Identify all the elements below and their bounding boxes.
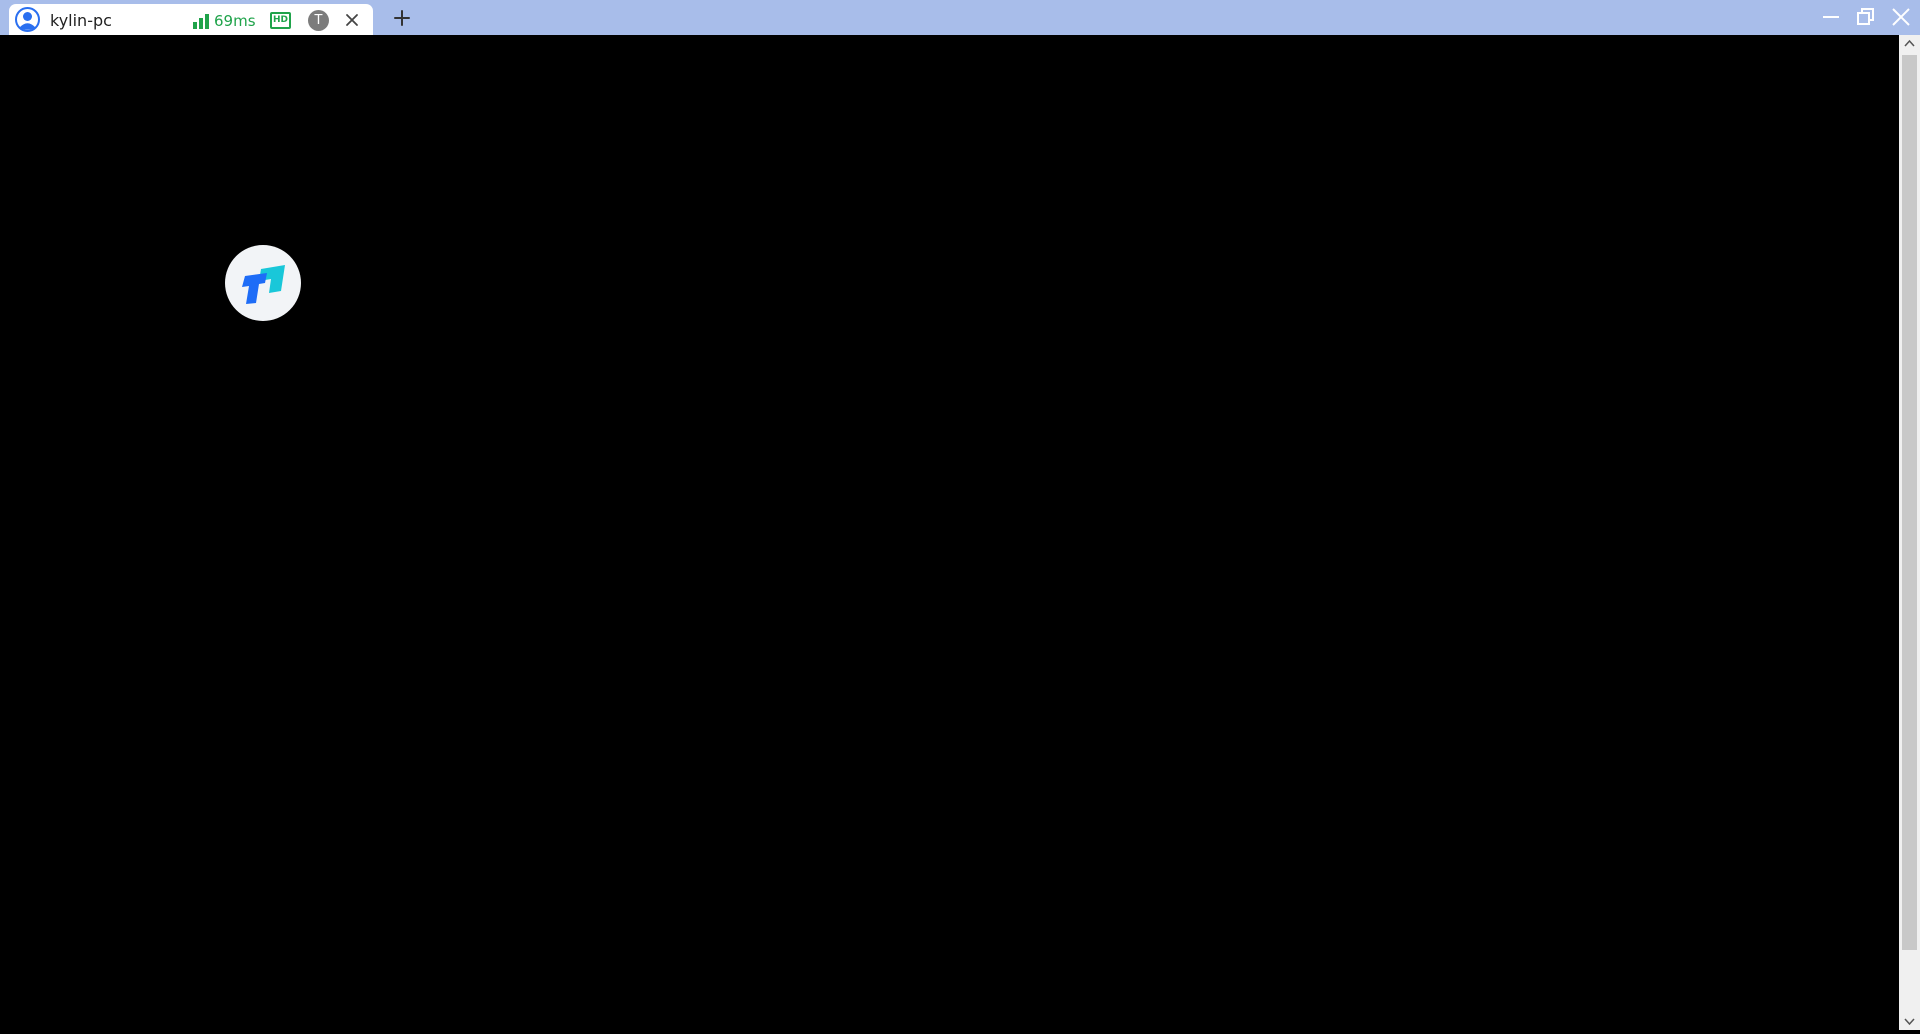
latency-readout: 69ms (214, 12, 256, 30)
connection-type-badge[interactable]: T (308, 10, 329, 31)
close-window-icon[interactable] (1890, 6, 1912, 28)
title-bar: kylin-pc 69ms HD T (0, 0, 1920, 35)
minimize-icon[interactable] (1820, 6, 1842, 28)
remote-desktop-view[interactable] (0, 35, 1899, 1030)
tab-title: kylin-pc (50, 11, 112, 30)
plus-icon[interactable] (392, 8, 412, 28)
restore-icon[interactable] (1855, 6, 1877, 28)
user-avatar-icon (15, 7, 40, 32)
scrollbar-thumb[interactable] (1902, 55, 1917, 950)
vertical-scrollbar[interactable] (1899, 35, 1920, 1030)
signal-bars-icon (192, 13, 210, 29)
chevron-up-icon[interactable] (1899, 35, 1920, 53)
session-tab[interactable]: kylin-pc 69ms HD T (9, 4, 373, 35)
todesk-logo-icon[interactable] (225, 245, 301, 321)
close-icon[interactable] (342, 10, 362, 30)
hd-quality-badge[interactable]: HD (270, 12, 291, 29)
chevron-down-icon[interactable] (1899, 1012, 1920, 1030)
